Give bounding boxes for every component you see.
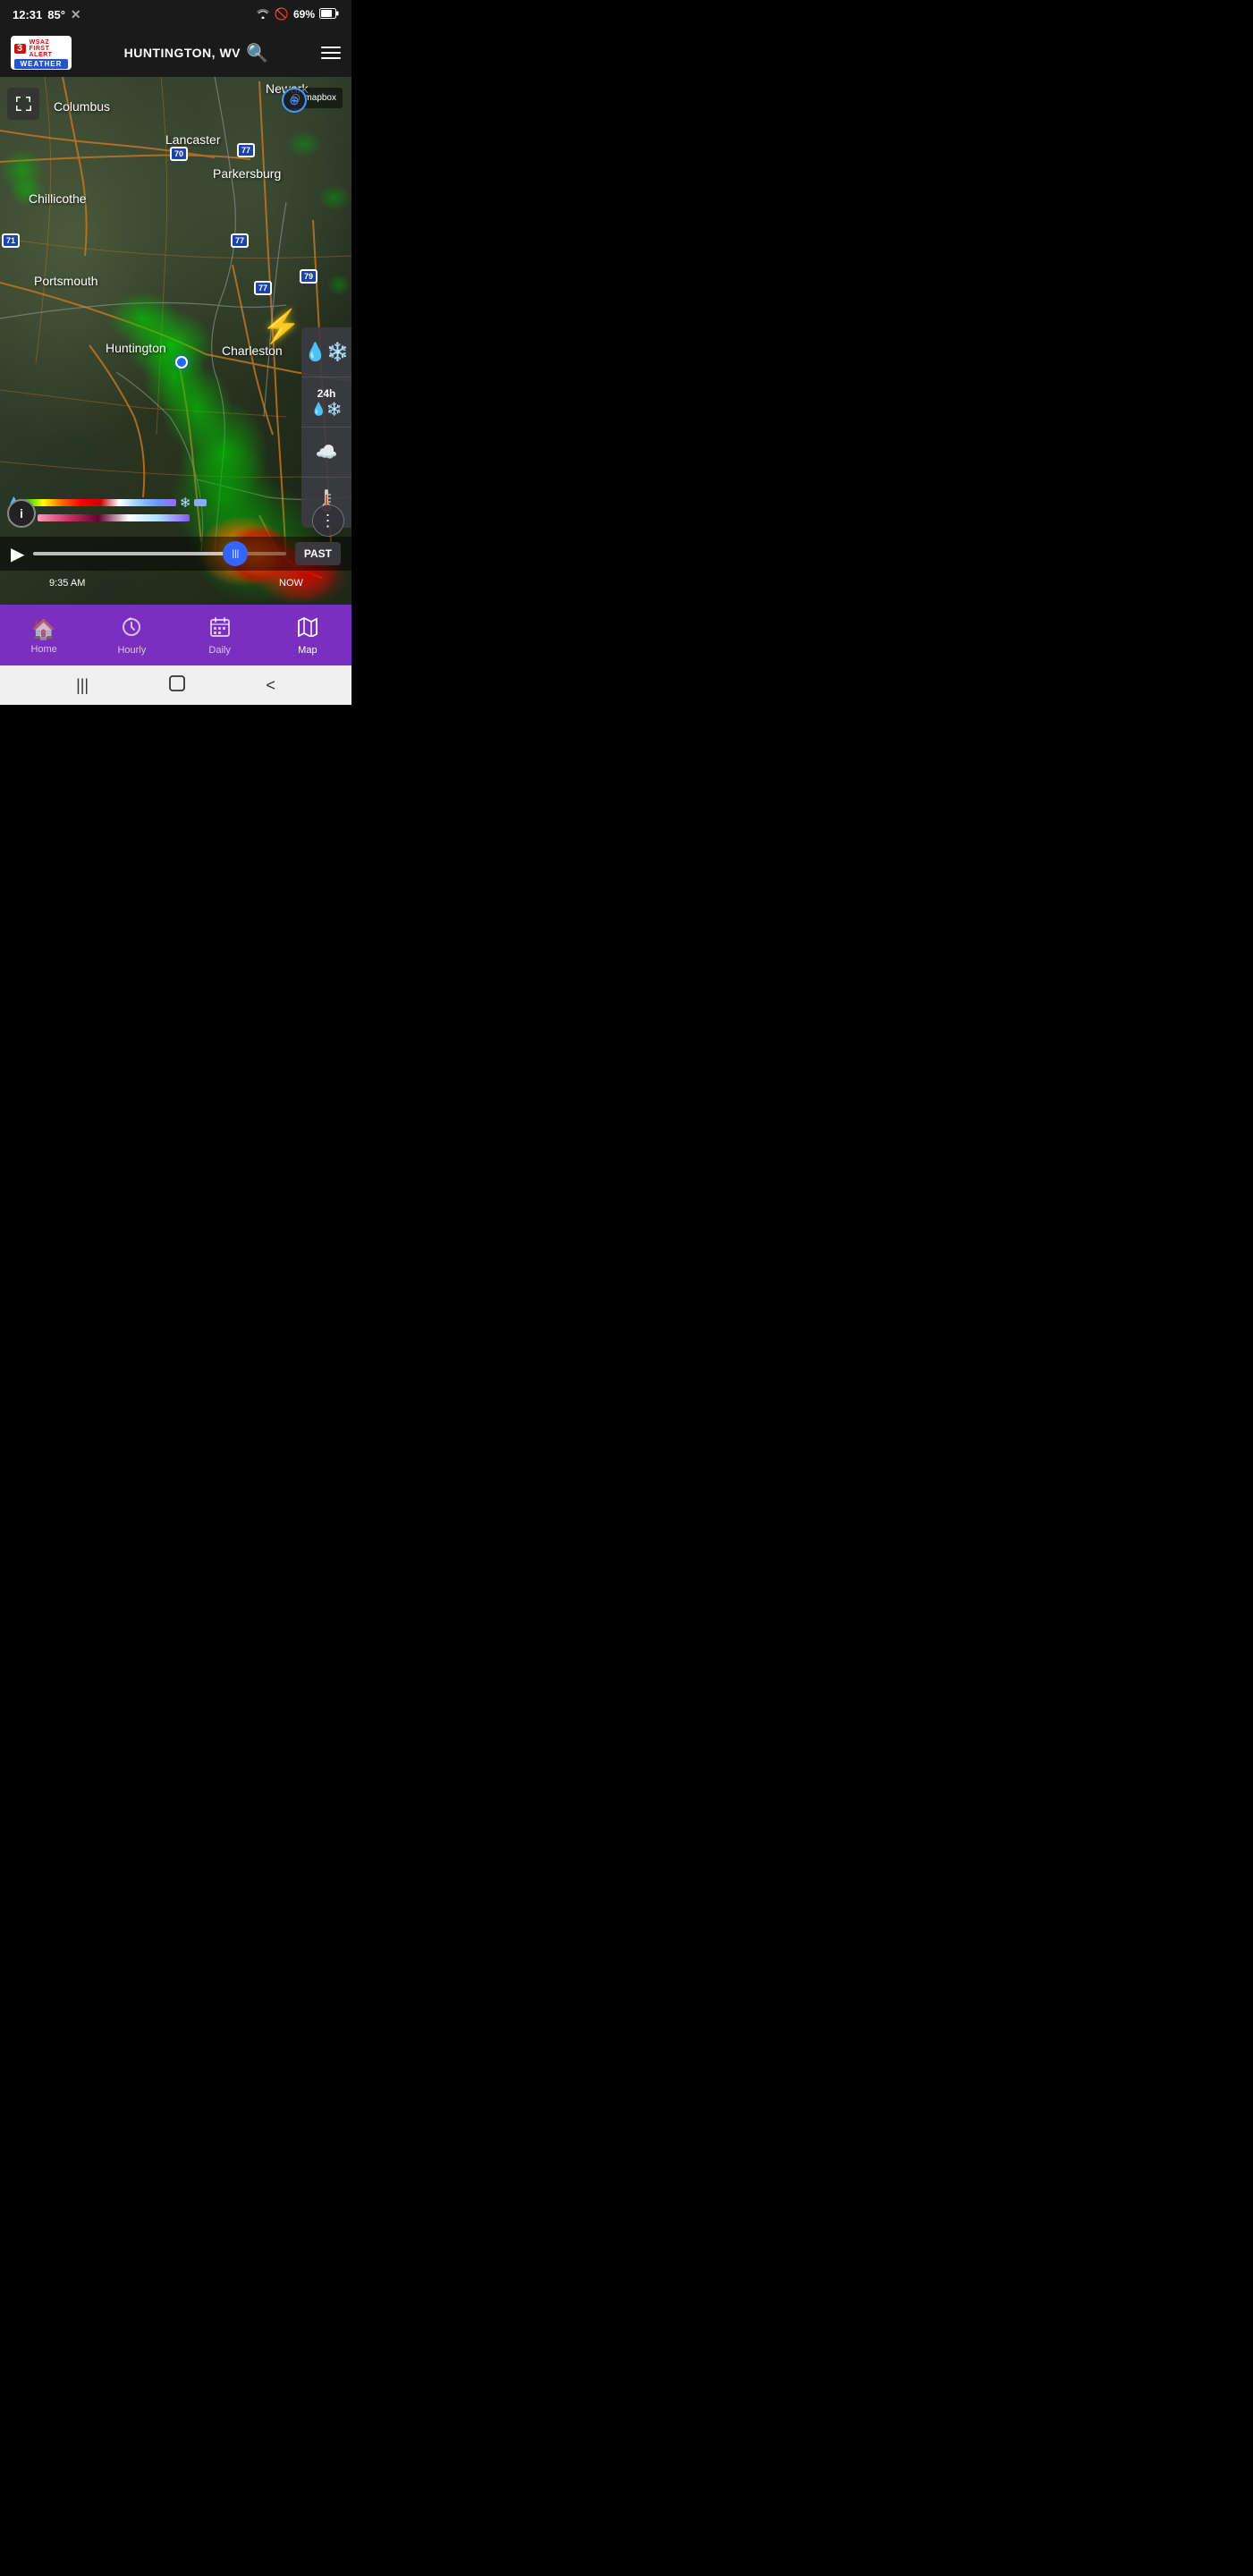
progress-fill — [33, 552, 235, 555]
nav-daily[interactable]: Daily — [176, 617, 264, 656]
battery-icon — [319, 8, 339, 21]
ice-gradient — [38, 514, 190, 521]
past-button[interactable]: PAST — [295, 542, 341, 565]
daily-label: Daily — [208, 645, 230, 656]
nav-location[interactable]: HUNTINGTON, WV 🔍 — [124, 42, 269, 64]
legend-bar: 💧 ❄️ ❄️💧 — [7, 496, 207, 524]
wifi-icon — [256, 8, 270, 21]
location-dot — [175, 356, 188, 369]
logo-weather: WEATHER — [14, 59, 68, 69]
playback-bar: ▶ ||| PAST — [0, 537, 351, 571]
nav-map[interactable]: Map — [264, 617, 351, 656]
map-background — [0, 77, 351, 605]
legend-snow-icon: ❄️ — [180, 498, 190, 508]
status-time: 12:31 — [13, 8, 42, 21]
home-label: Home — [30, 644, 56, 655]
system-nav: ||| < — [0, 665, 351, 705]
battery-percent: 69% — [293, 8, 315, 21]
logo-number: 3 — [14, 44, 26, 54]
map-icon — [298, 617, 317, 642]
panel-precip[interactable]: 💧❄️ — [301, 327, 351, 377]
precip-gradient — [24, 499, 176, 506]
thumb-icon: ||| — [232, 549, 239, 559]
hourly-label: Hourly — [117, 645, 146, 656]
nav-home[interactable]: 🏠 Home — [0, 618, 88, 655]
home-icon: 🏠 — [31, 618, 55, 641]
snow-gradient — [194, 499, 207, 506]
logo-container: 3 WSAZFIRST ALERT WEATHER — [11, 36, 72, 70]
dnd-icon: 🚫 — [275, 7, 289, 21]
expand-button[interactable] — [7, 88, 39, 120]
precip-icon: 💧❄️ — [304, 341, 349, 363]
now-label: NOW — [279, 578, 303, 589]
info-button[interactable]: i — [7, 499, 36, 528]
nav-hourly[interactable]: Hourly — [88, 617, 175, 656]
right-panel: 💧❄️ 24h 💧❄️ ☁️ — [301, 327, 351, 528]
hourly-icon — [122, 617, 141, 642]
map-container[interactable]: Newark Columbus Lancaster Chillicothe Pa… — [0, 77, 351, 605]
home-system-button[interactable] — [169, 675, 185, 696]
daily-icon — [210, 617, 230, 642]
options-button[interactable]: ⋮ — [312, 504, 344, 537]
app-logo: 3 WSAZFIRST ALERT WEATHER — [11, 36, 72, 70]
logo-top: 3 WSAZFIRST ALERT — [14, 39, 68, 58]
24h-icon: 💧❄️ — [311, 402, 343, 417]
location-text: HUNTINGTON, WV — [124, 46, 241, 60]
location-button[interactable]: ⊕ — [282, 88, 307, 113]
top-nav: 3 WSAZFIRST ALERT WEATHER HUNTINGTON, WV… — [0, 29, 351, 77]
cloud-icon: ☁️ — [316, 441, 338, 463]
map-label: Map — [298, 645, 317, 656]
back-button[interactable]: < — [266, 676, 275, 695]
status-bar: 12:31 85° ✕ 🚫 69% — [0, 0, 351, 29]
time-label: 9:35 AM — [49, 578, 85, 589]
search-icon[interactable]: 🔍 — [246, 42, 268, 64]
close-icon: ✕ — [71, 7, 81, 22]
progress-thumb[interactable]: ||| — [223, 541, 248, 566]
play-button[interactable]: ▶ — [11, 543, 24, 565]
bottom-nav: 🏠 Home Hourly Daily — [0, 605, 351, 665]
panel-clouds[interactable]: ☁️ — [301, 428, 351, 478]
menu-button[interactable] — [321, 47, 341, 59]
recent-apps-button[interactable]: ||| — [76, 676, 89, 695]
panel-24h[interactable]: 24h 💧❄️ — [301, 377, 351, 428]
status-temp: 85° — [47, 8, 65, 21]
progress-track[interactable]: ||| — [33, 552, 285, 555]
